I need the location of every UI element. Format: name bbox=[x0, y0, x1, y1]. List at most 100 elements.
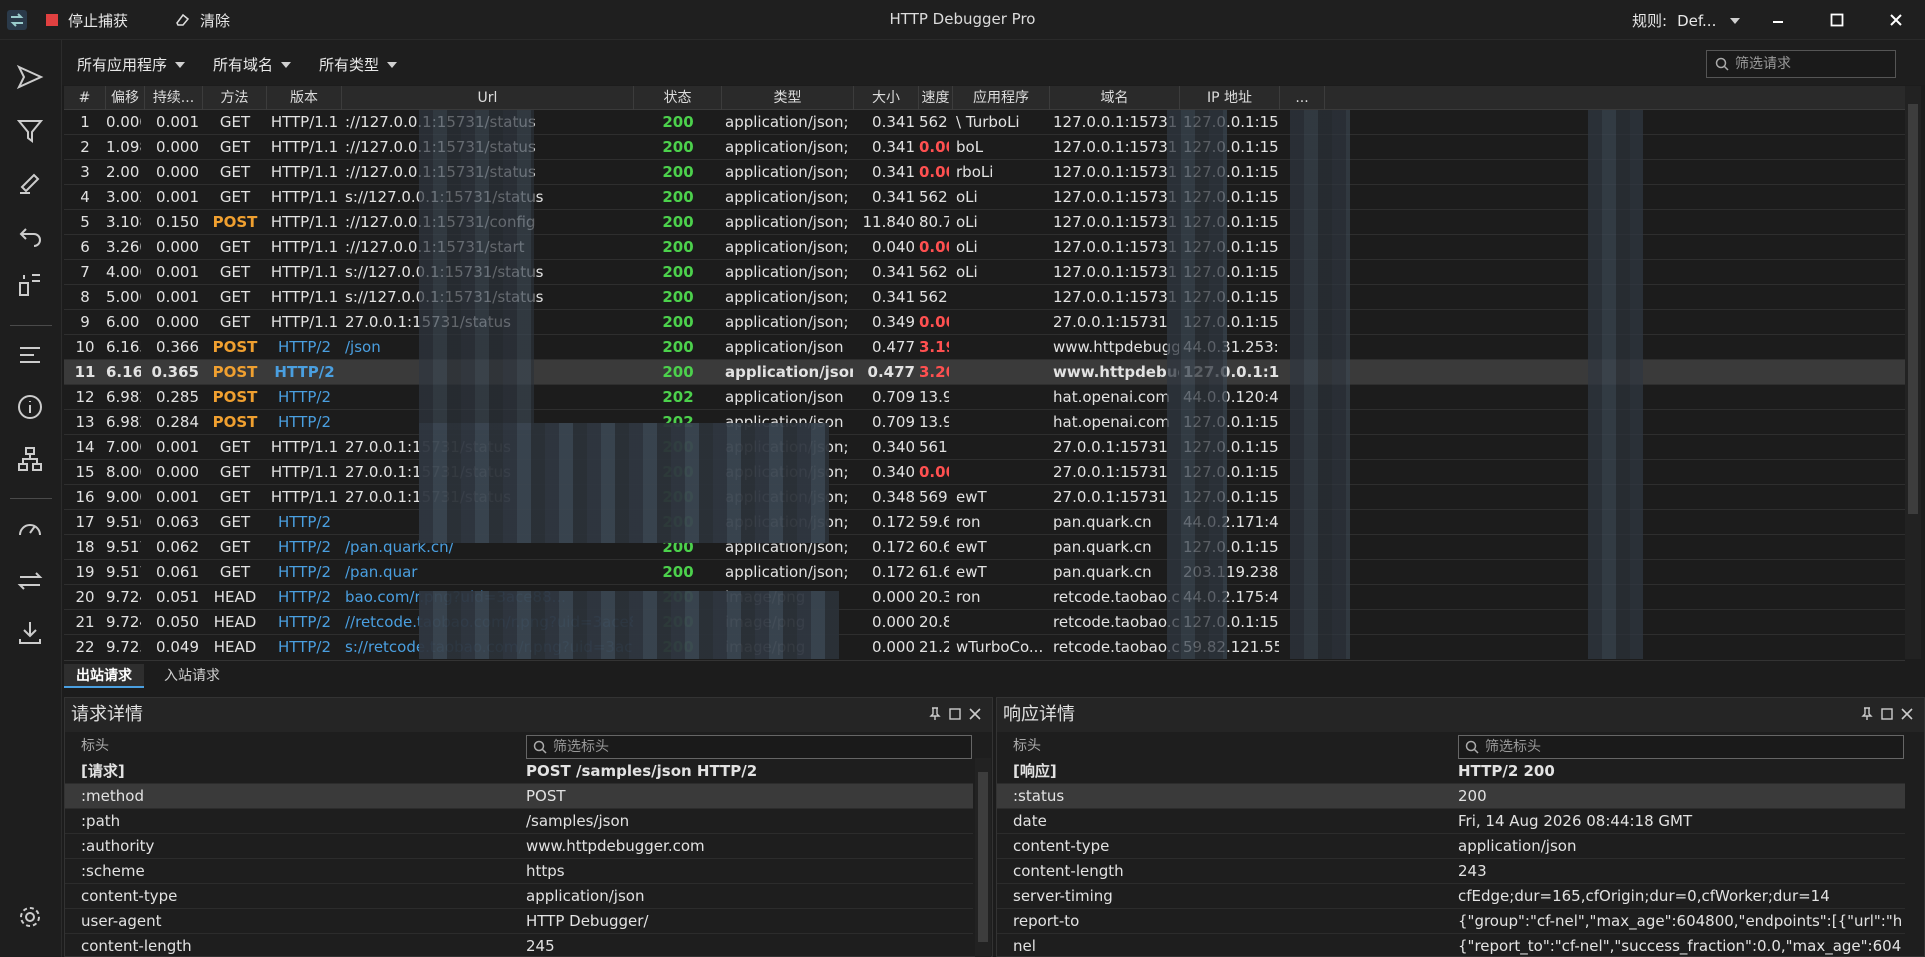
gauge-icon[interactable] bbox=[15, 514, 45, 544]
header-row[interactable]: :method POST bbox=[65, 784, 973, 809]
cell-type: application/json; ch... bbox=[725, 163, 853, 181]
header-row[interactable]: content-type application/json bbox=[65, 884, 973, 909]
cell-spd: 562.5... bbox=[919, 113, 949, 131]
swap-icon[interactable] bbox=[15, 566, 45, 596]
header-row[interactable]: :status 200 bbox=[997, 784, 1905, 809]
header-row[interactable]: nel {"report_to":"cf-nel","success_fracti… bbox=[997, 934, 1905, 957]
type-filter-dropdown[interactable]: 所有类型 bbox=[319, 54, 398, 75]
header-row[interactable]: [请求] POST /samples/json HTTP/2 bbox=[65, 759, 973, 784]
cell-dur: 0.051 bbox=[156, 588, 199, 606]
column-header[interactable]: 类型 bbox=[722, 86, 854, 110]
cell-dom: retcode.taobao.com bbox=[1053, 588, 1179, 606]
column-header[interactable]: # bbox=[64, 86, 106, 110]
clear-button[interactable]: 清除 bbox=[174, 9, 230, 31]
column-header[interactable]: 版本 bbox=[267, 86, 342, 110]
column-header[interactable]: 持续... bbox=[145, 86, 203, 110]
request-filter-placeholder: 筛选标头 bbox=[553, 739, 609, 755]
request-panel-scrollbar[interactable] bbox=[975, 758, 991, 957]
breakpoint-icon[interactable] bbox=[15, 270, 45, 300]
replay-icon[interactable] bbox=[15, 220, 45, 250]
header-row[interactable]: content-length 243 bbox=[997, 859, 1905, 884]
sitemap-icon[interactable] bbox=[15, 444, 45, 474]
scrollbar-thumb[interactable] bbox=[1908, 104, 1918, 514]
column-header[interactable]: 大小 bbox=[854, 86, 919, 110]
column-header[interactable]: Url bbox=[342, 86, 634, 110]
response-header-filter-input[interactable]: 筛选标头 bbox=[1458, 735, 1904, 759]
request-search-input[interactable]: 筛选请求 bbox=[1706, 50, 1896, 78]
cell-v: HTTP/1.1 bbox=[270, 488, 339, 506]
cell-dur: 0.001 bbox=[156, 263, 199, 281]
filter-icon[interactable] bbox=[15, 116, 45, 146]
header-row[interactable]: content-length 245 bbox=[65, 934, 973, 957]
column-header[interactable]: 速度 bbox=[919, 86, 953, 110]
tab-inbound[interactable]: 入站请求 bbox=[152, 664, 232, 688]
pin-icon[interactable] bbox=[1859, 706, 1875, 722]
cell-off: 1.098 bbox=[106, 138, 141, 156]
highlighter-icon[interactable] bbox=[15, 168, 45, 198]
cell-app: wTurboCo... bbox=[956, 638, 1044, 656]
cell-st: 200 bbox=[662, 188, 694, 206]
sidebar-divider bbox=[10, 325, 52, 326]
cell-app: \ TurboLi bbox=[956, 113, 1020, 131]
close-button[interactable] bbox=[1883, 8, 1909, 32]
pin-icon[interactable] bbox=[927, 706, 943, 722]
header-row[interactable]: report-to {"group":"cf-nel","max_age":604… bbox=[997, 909, 1905, 934]
domain-filter-dropdown[interactable]: 所有域名 bbox=[213, 54, 292, 75]
cell-st: 200 bbox=[662, 138, 694, 156]
download-icon[interactable] bbox=[15, 618, 45, 648]
header-row[interactable]: :scheme https bbox=[65, 859, 973, 884]
minimize-button[interactable] bbox=[1765, 8, 1791, 32]
cell-off: 9.516 bbox=[106, 513, 141, 531]
stop-capture-button[interactable]: 停止捕获 bbox=[46, 9, 128, 31]
close-icon[interactable] bbox=[967, 706, 983, 722]
cell-n: 16 bbox=[75, 488, 95, 506]
request-header-filter-input[interactable]: 筛选标头 bbox=[526, 735, 972, 759]
list-icon[interactable] bbox=[15, 340, 45, 370]
rule-selector[interactable]: 规则: Def... bbox=[1632, 10, 1741, 31]
cell-st: 200 bbox=[662, 338, 694, 356]
cell-n: 10 bbox=[75, 338, 95, 356]
cell-m: POST bbox=[212, 213, 258, 231]
cell-size: 0.340 bbox=[872, 463, 915, 481]
header-row[interactable]: user-agent HTTP Debugger/ bbox=[65, 909, 973, 934]
cell-spd: 3.208 bbox=[919, 363, 949, 381]
cell-n: 3 bbox=[80, 163, 90, 181]
info-icon[interactable] bbox=[15, 392, 45, 422]
cell-app: oLi bbox=[956, 263, 978, 281]
close-icon[interactable] bbox=[1899, 706, 1915, 722]
header-row[interactable]: date Fri, 14 Aug 2026 08:44:18 GMT bbox=[997, 809, 1905, 834]
header-row[interactable]: content-type application/json bbox=[997, 834, 1905, 859]
maximize-button[interactable] bbox=[1824, 8, 1850, 32]
column-header[interactable]: IP 地址 bbox=[1180, 86, 1280, 110]
maximize-icon bbox=[1830, 13, 1844, 27]
send-icon[interactable] bbox=[15, 62, 45, 92]
header-row[interactable]: :authority www.httpdebugger.com bbox=[65, 834, 973, 859]
column-header[interactable]: 偏移 bbox=[106, 86, 145, 110]
cell-app bbox=[956, 435, 1049, 460]
float-icon[interactable] bbox=[947, 706, 963, 722]
header-row[interactable]: :path/samples/json bbox=[65, 809, 973, 834]
app-filter-dropdown[interactable]: 所有应用程序 bbox=[77, 54, 186, 75]
float-icon[interactable] bbox=[1879, 706, 1895, 722]
column-header[interactable]: 状态 bbox=[634, 86, 722, 110]
cell-n: 19 bbox=[75, 563, 95, 581]
header-key: content-length bbox=[81, 937, 192, 955]
column-header[interactable]: 应用程序 bbox=[953, 86, 1050, 110]
header-key: server-timing bbox=[1013, 887, 1113, 905]
cell-dom: www.httpdebugger... bbox=[1053, 363, 1179, 381]
column-header[interactable]: ... bbox=[1280, 86, 1325, 110]
scrollbar-thumb[interactable] bbox=[978, 772, 988, 942]
cell-n: 13 bbox=[75, 413, 95, 431]
column-header[interactable]: 域名 bbox=[1050, 86, 1180, 110]
cell-dur: 0.049 bbox=[156, 638, 199, 656]
cell-n: 5 bbox=[80, 213, 90, 231]
settings-gear-icon[interactable] bbox=[15, 902, 45, 932]
table-scrollbar[interactable] bbox=[1905, 86, 1921, 659]
tab-outbound[interactable]: 出站请求 bbox=[64, 664, 144, 688]
cell-v: HTTP/2 bbox=[278, 513, 331, 531]
cell-n: 22 bbox=[75, 638, 95, 656]
header-row[interactable]: [响应] HTTP/2 200 bbox=[997, 759, 1905, 784]
header-row[interactable]: server-timing cfEdge;dur=165,cfOrigin;dur… bbox=[997, 884, 1905, 909]
column-header[interactable]: 方法 bbox=[203, 86, 267, 110]
cell-size: 0.348 bbox=[872, 488, 915, 506]
